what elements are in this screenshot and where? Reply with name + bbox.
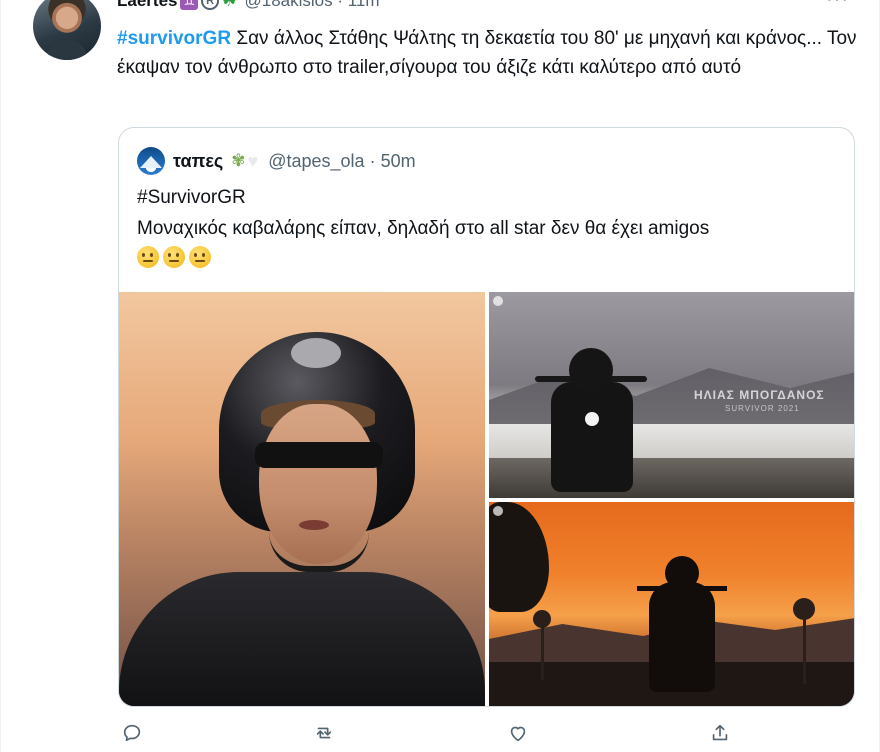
chin-strap [269,532,369,572]
raised-eyebrow-emoji-icon [189,246,211,268]
author-handle[interactable]: @18akisios · 11m [244,0,379,11]
clover-icon: ☘ [222,0,237,10]
tweet-actions [117,722,857,752]
white-heart-emoji-icon: ♥ [247,150,259,171]
zodiac-badge-icon: ♊ [180,0,199,10]
quoted-tweet[interactable]: ταπες ✾ ♥ @tapes_ola · 50m #SurvivorGR Μ… [118,127,855,707]
road-sign [793,598,815,620]
media-photo-helmet-closeup[interactable] [119,292,485,706]
ground-shape [489,458,854,498]
share-icon [712,724,728,741]
hashtag-link[interactable]: #survivorGR [117,28,231,49]
avatar-shirt [47,40,87,60]
headlight-shape [585,412,599,426]
tweet-card: Laertes ♊ R ☘ @18akisios · 11m ··· #surv… [0,0,880,752]
heart-icon [510,726,526,742]
raised-eyebrow-emoji-icon [163,246,185,268]
quoted-hashtag: #SurvivorGR [137,187,246,208]
media-photo-rider-beach[interactable]: ΗΛΙΑΣ ΜΠΟΓΔΑΝΟΣ SURVIVOR 2021 [489,292,854,498]
share-button[interactable] [709,722,731,744]
sign-pole [541,622,544,680]
media-grid: ΗΛΙΑΣ ΜΠΟΓΔΑΝΟΣ SURVIVOR 2021 [119,292,854,706]
tweet-header: Laertes ♊ R ☘ @18akisios · 11m [117,0,380,13]
rider-silhouette [649,582,715,692]
rider-helmet-shape [665,556,699,590]
photo-number-badge [493,506,503,516]
photo-number-badge [493,296,503,306]
flower-emoji-icon: ✾ [231,151,246,170]
tweet-text: #survivorGR Σαν άλλος Στάθης Ψάλτης τη δ… [117,24,857,82]
media-photo-rider-sunset[interactable] [489,502,854,706]
raised-eyebrow-emoji-icon [137,246,159,268]
quoted-body: Μοναχικός καβαλάρης είπαν, δηλαδή στο al… [137,218,710,239]
author-name[interactable]: Laertes [117,0,177,11]
more-options-icon[interactable]: ··· [826,0,849,11]
like-button[interactable] [507,722,529,744]
retweet-button[interactable] [313,722,335,744]
reply-button[interactable] [121,722,143,744]
quoted-tweet-header: ταπες ✾ ♥ @tapes_ola · 50m [137,147,416,175]
quoted-author-handle: @tapes_ola · 50m [268,150,416,171]
sunglasses-shape [255,442,383,468]
jacket-shape [119,572,485,706]
motorcycle-shape [551,382,633,492]
reply-icon [123,724,141,742]
quoted-author-name: ταπες [173,150,224,171]
author-avatar[interactable] [33,0,101,60]
watermark-title: ΗΛΙΑΣ ΜΠΟΓΔΑΝΟΣ [694,388,825,402]
sign-pole [803,612,806,684]
helmet-badge [291,338,341,368]
rider-helmet-shape [569,348,613,392]
quoted-tweet-text: #SurvivorGR Μοναχικός καβαλάρης είπαν, δ… [137,182,837,268]
retweet-icon [316,727,332,739]
sea-shape [489,424,854,458]
watermark-subtitle: SURVIVOR 2021 [725,404,800,413]
road-sign [533,610,551,628]
mouth-shape [299,520,329,530]
tree-silhouette [489,502,549,612]
quoted-avatar [137,147,165,175]
registered-badge-icon: R [201,0,220,10]
emoji-row [137,246,837,268]
